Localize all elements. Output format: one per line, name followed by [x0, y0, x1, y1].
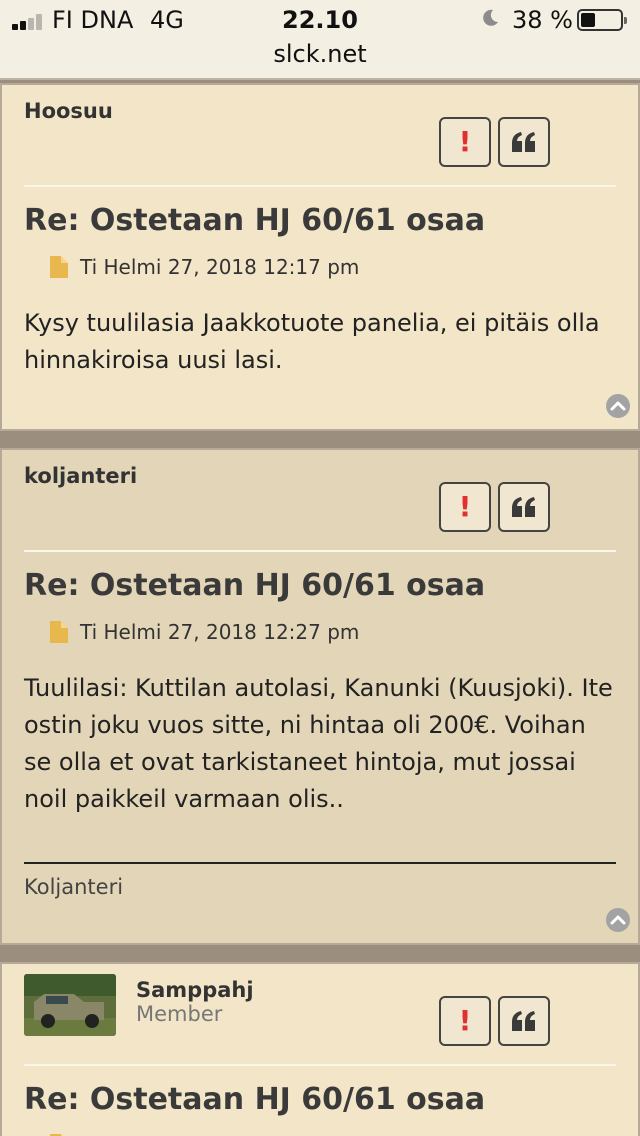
post-author[interactable]: Samppahj [136, 978, 254, 1002]
back-to-top-icon[interactable] [606, 908, 630, 932]
signature-divider [24, 862, 616, 864]
post-author[interactable]: Hoosuu [24, 99, 113, 123]
battery-icon [577, 9, 627, 31]
post-date: Ti Helmi 27, 2018 12:17 pm [80, 255, 360, 279]
quote-button[interactable] [498, 996, 550, 1046]
do-not-disturb-moon-icon [483, 9, 498, 26]
file-icon[interactable] [50, 256, 68, 278]
post-divider [24, 1064, 616, 1066]
battery-percentage: 38 % [512, 6, 573, 34]
quote-button[interactable] [498, 117, 550, 167]
post-signature: Koljanteri [24, 875, 124, 899]
post-author[interactable]: koljanteri [24, 464, 137, 488]
quote-button[interactable] [498, 482, 550, 532]
address-bar-url[interactable]: slck.net [0, 40, 640, 68]
quote-icon [512, 132, 535, 152]
report-icon: ! [458, 490, 472, 523]
avatar[interactable] [24, 974, 116, 1036]
post-meta: Ti Helmi 27, 2018 12:17 pm [50, 255, 359, 279]
post-buttons: ! [439, 996, 550, 1046]
report-button[interactable]: ! [439, 117, 491, 167]
back-to-top-icon[interactable] [606, 394, 630, 418]
post-buttons: ! [439, 117, 550, 167]
user-rank: Member [136, 1002, 223, 1026]
post-buttons: ! [439, 482, 550, 532]
quote-icon [512, 1011, 535, 1031]
post-divider [24, 185, 616, 187]
report-icon: ! [458, 125, 472, 158]
report-icon: ! [458, 1004, 472, 1037]
report-button[interactable]: ! [439, 482, 491, 532]
file-icon[interactable] [50, 621, 68, 643]
post-title[interactable]: Re: Ostetaan HJ 60/61 osaa [24, 203, 485, 238]
report-button[interactable]: ! [439, 996, 491, 1046]
post-content: Tuulilasi: Kuttilan autolasi, Kanunki (K… [24, 674, 613, 813]
post: Hoosuu ! Re: Ostetaan HJ 60/61 osaa Ti H… [0, 83, 640, 431]
post: Samppahj Member ! Re: Ostetaan HJ 60/61 … [0, 962, 640, 1136]
post-title[interactable]: Re: Ostetaan HJ 60/61 osaa [24, 568, 485, 603]
quote-icon [512, 497, 535, 517]
post-divider [24, 550, 616, 552]
status-bar: FI DNA 4G 22.10 slck.net 38 % [0, 0, 640, 80]
post-title[interactable]: Re: Ostetaan HJ 60/61 osaa [24, 1082, 485, 1117]
post-date: Ti Helmi 27, 2018 12:27 pm [80, 620, 360, 644]
post: koljanteri ! Re: Ostetaan HJ 60/61 osaa … [0, 448, 640, 945]
post-meta: Ti Helmi 27, 2018 12:27 pm [50, 620, 359, 644]
post-content: Kysy tuulilasia Jaakkotuote panelia, ei … [24, 309, 600, 374]
